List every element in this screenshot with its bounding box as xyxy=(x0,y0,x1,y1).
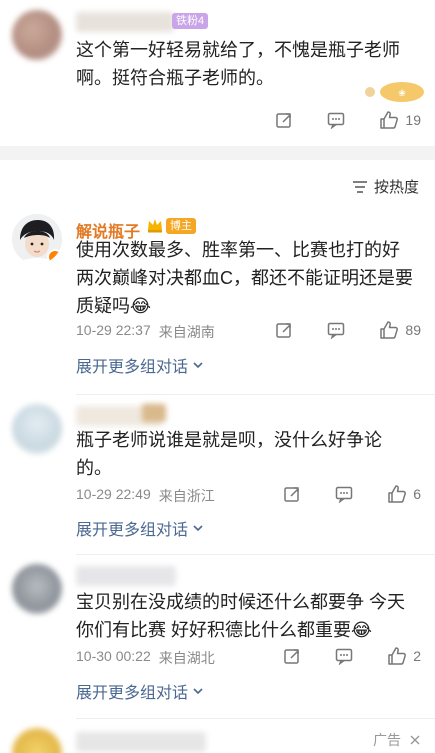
like-button[interactable]: 6 xyxy=(387,484,421,504)
share-button[interactable] xyxy=(283,485,301,503)
comment-meta: 10-29 22:49 来自浙江 xyxy=(76,486,215,506)
sort-toggle[interactable]: 按热度 xyxy=(352,176,419,197)
comment-text: 这个第一好轻易就给了，不愧是瓶子老师啊。挺符合瓶子老师的。 xyxy=(76,40,400,88)
share-icon xyxy=(284,487,299,502)
ad-label[interactable]: 广告 xyxy=(373,730,421,750)
ad-text: 广告 xyxy=(373,732,401,748)
username-blurred[interactable] xyxy=(76,732,206,752)
share-icon xyxy=(276,323,292,338)
comment-text: 宝贝别在没成绩的时候还什么都要争 今天你们有比赛 好好积德比什么都重要😂 xyxy=(76,592,405,640)
thumbs-up-icon xyxy=(380,321,399,339)
like-count: 2 xyxy=(413,648,421,664)
divider xyxy=(76,554,435,555)
thumbs-up-icon xyxy=(388,647,407,665)
expand-replies-link[interactable]: 展开更多组对话 xyxy=(76,679,204,703)
avatar[interactable] xyxy=(12,214,62,264)
chevron-down-icon xyxy=(193,525,203,532)
comment-location: 来自湖北 xyxy=(158,650,215,666)
expand-label: 展开更多组对话 xyxy=(76,522,189,539)
like-count: 19 xyxy=(405,112,421,128)
action-bar: 89 xyxy=(275,320,421,340)
avatar[interactable] xyxy=(12,404,62,454)
share-button[interactable] xyxy=(275,321,293,339)
comment-icon xyxy=(328,112,345,129)
like-button[interactable]: 89 xyxy=(379,320,421,340)
fan-badge: 铁粉4 xyxy=(172,13,209,29)
crown-icon xyxy=(148,219,162,233)
action-bar: 19 xyxy=(275,110,421,130)
sort-icon xyxy=(352,180,367,193)
divider xyxy=(76,718,435,719)
svg-text:❀: ❀ xyxy=(398,89,406,99)
comment-time: 10-29 22:49 xyxy=(76,486,151,502)
comment-location: 来自湖南 xyxy=(158,324,215,340)
expand-replies-link[interactable]: 展开更多组对话 xyxy=(76,353,204,377)
like-count: 89 xyxy=(405,322,421,338)
username-blurred[interactable] xyxy=(76,566,176,586)
comment-button[interactable] xyxy=(327,321,345,339)
share-button[interactable] xyxy=(275,111,293,129)
expand-label: 展开更多组对话 xyxy=(76,685,189,702)
comment-meta: 10-29 22:37 来自湖南 xyxy=(76,322,215,342)
expand-replies-link[interactable]: 展开更多组对话 xyxy=(76,516,204,540)
comment-card-0: 铁粉4 这个第一好轻易就给了，不愧是瓶子老师啊。挺符合瓶子老师的。 ❀ 19 xyxy=(0,0,435,140)
thumbs-up-icon xyxy=(380,111,399,129)
share-button[interactable] xyxy=(283,647,301,665)
comment-time: 10-30 00:22 xyxy=(76,648,151,664)
action-bar: 6 xyxy=(283,484,421,504)
sticker-icon: ❀ xyxy=(362,78,426,104)
badge-blurred xyxy=(142,404,166,422)
thumbs-up-icon xyxy=(388,485,407,503)
expand-label: 展开更多组对话 xyxy=(76,359,189,376)
comment-text: 使用次数最多、胜率第一、比赛也打的好 两次巅峰对决都血C，都还不能证明还是要质疑… xyxy=(76,240,413,316)
chevron-down-icon xyxy=(193,688,203,695)
avatar[interactable] xyxy=(12,10,62,60)
verified-badge-icon xyxy=(47,249,62,264)
comment-icon xyxy=(335,486,353,503)
sort-label: 按热度 xyxy=(373,179,419,196)
share-icon xyxy=(284,649,299,664)
comment-text: 瓶子老师说谁是就是呗，没什么好争论的。 xyxy=(76,430,382,478)
avatar[interactable] xyxy=(12,728,62,753)
comment-button[interactable] xyxy=(335,485,353,503)
comment-button[interactable] xyxy=(327,111,345,129)
comment-button[interactable] xyxy=(335,647,353,665)
comment-time: 10-29 22:37 xyxy=(76,322,151,338)
like-count: 6 xyxy=(413,486,421,502)
avatar[interactable] xyxy=(12,564,62,614)
like-button[interactable]: 19 xyxy=(379,110,421,130)
close-icon xyxy=(410,735,420,745)
like-button[interactable]: 2 xyxy=(387,646,421,666)
username-blurred[interactable] xyxy=(76,12,174,32)
divider xyxy=(76,394,435,395)
comment-meta: 10-30 00:22 来自湖北 xyxy=(76,648,215,668)
action-bar: 2 xyxy=(283,646,421,666)
comment-icon xyxy=(328,322,345,339)
comment-icon xyxy=(335,648,353,665)
host-badge: 博主 xyxy=(166,218,196,234)
section-gap xyxy=(0,146,435,160)
share-icon xyxy=(276,113,292,128)
comment-location: 来自浙江 xyxy=(158,488,215,504)
chevron-down-icon xyxy=(193,362,203,369)
